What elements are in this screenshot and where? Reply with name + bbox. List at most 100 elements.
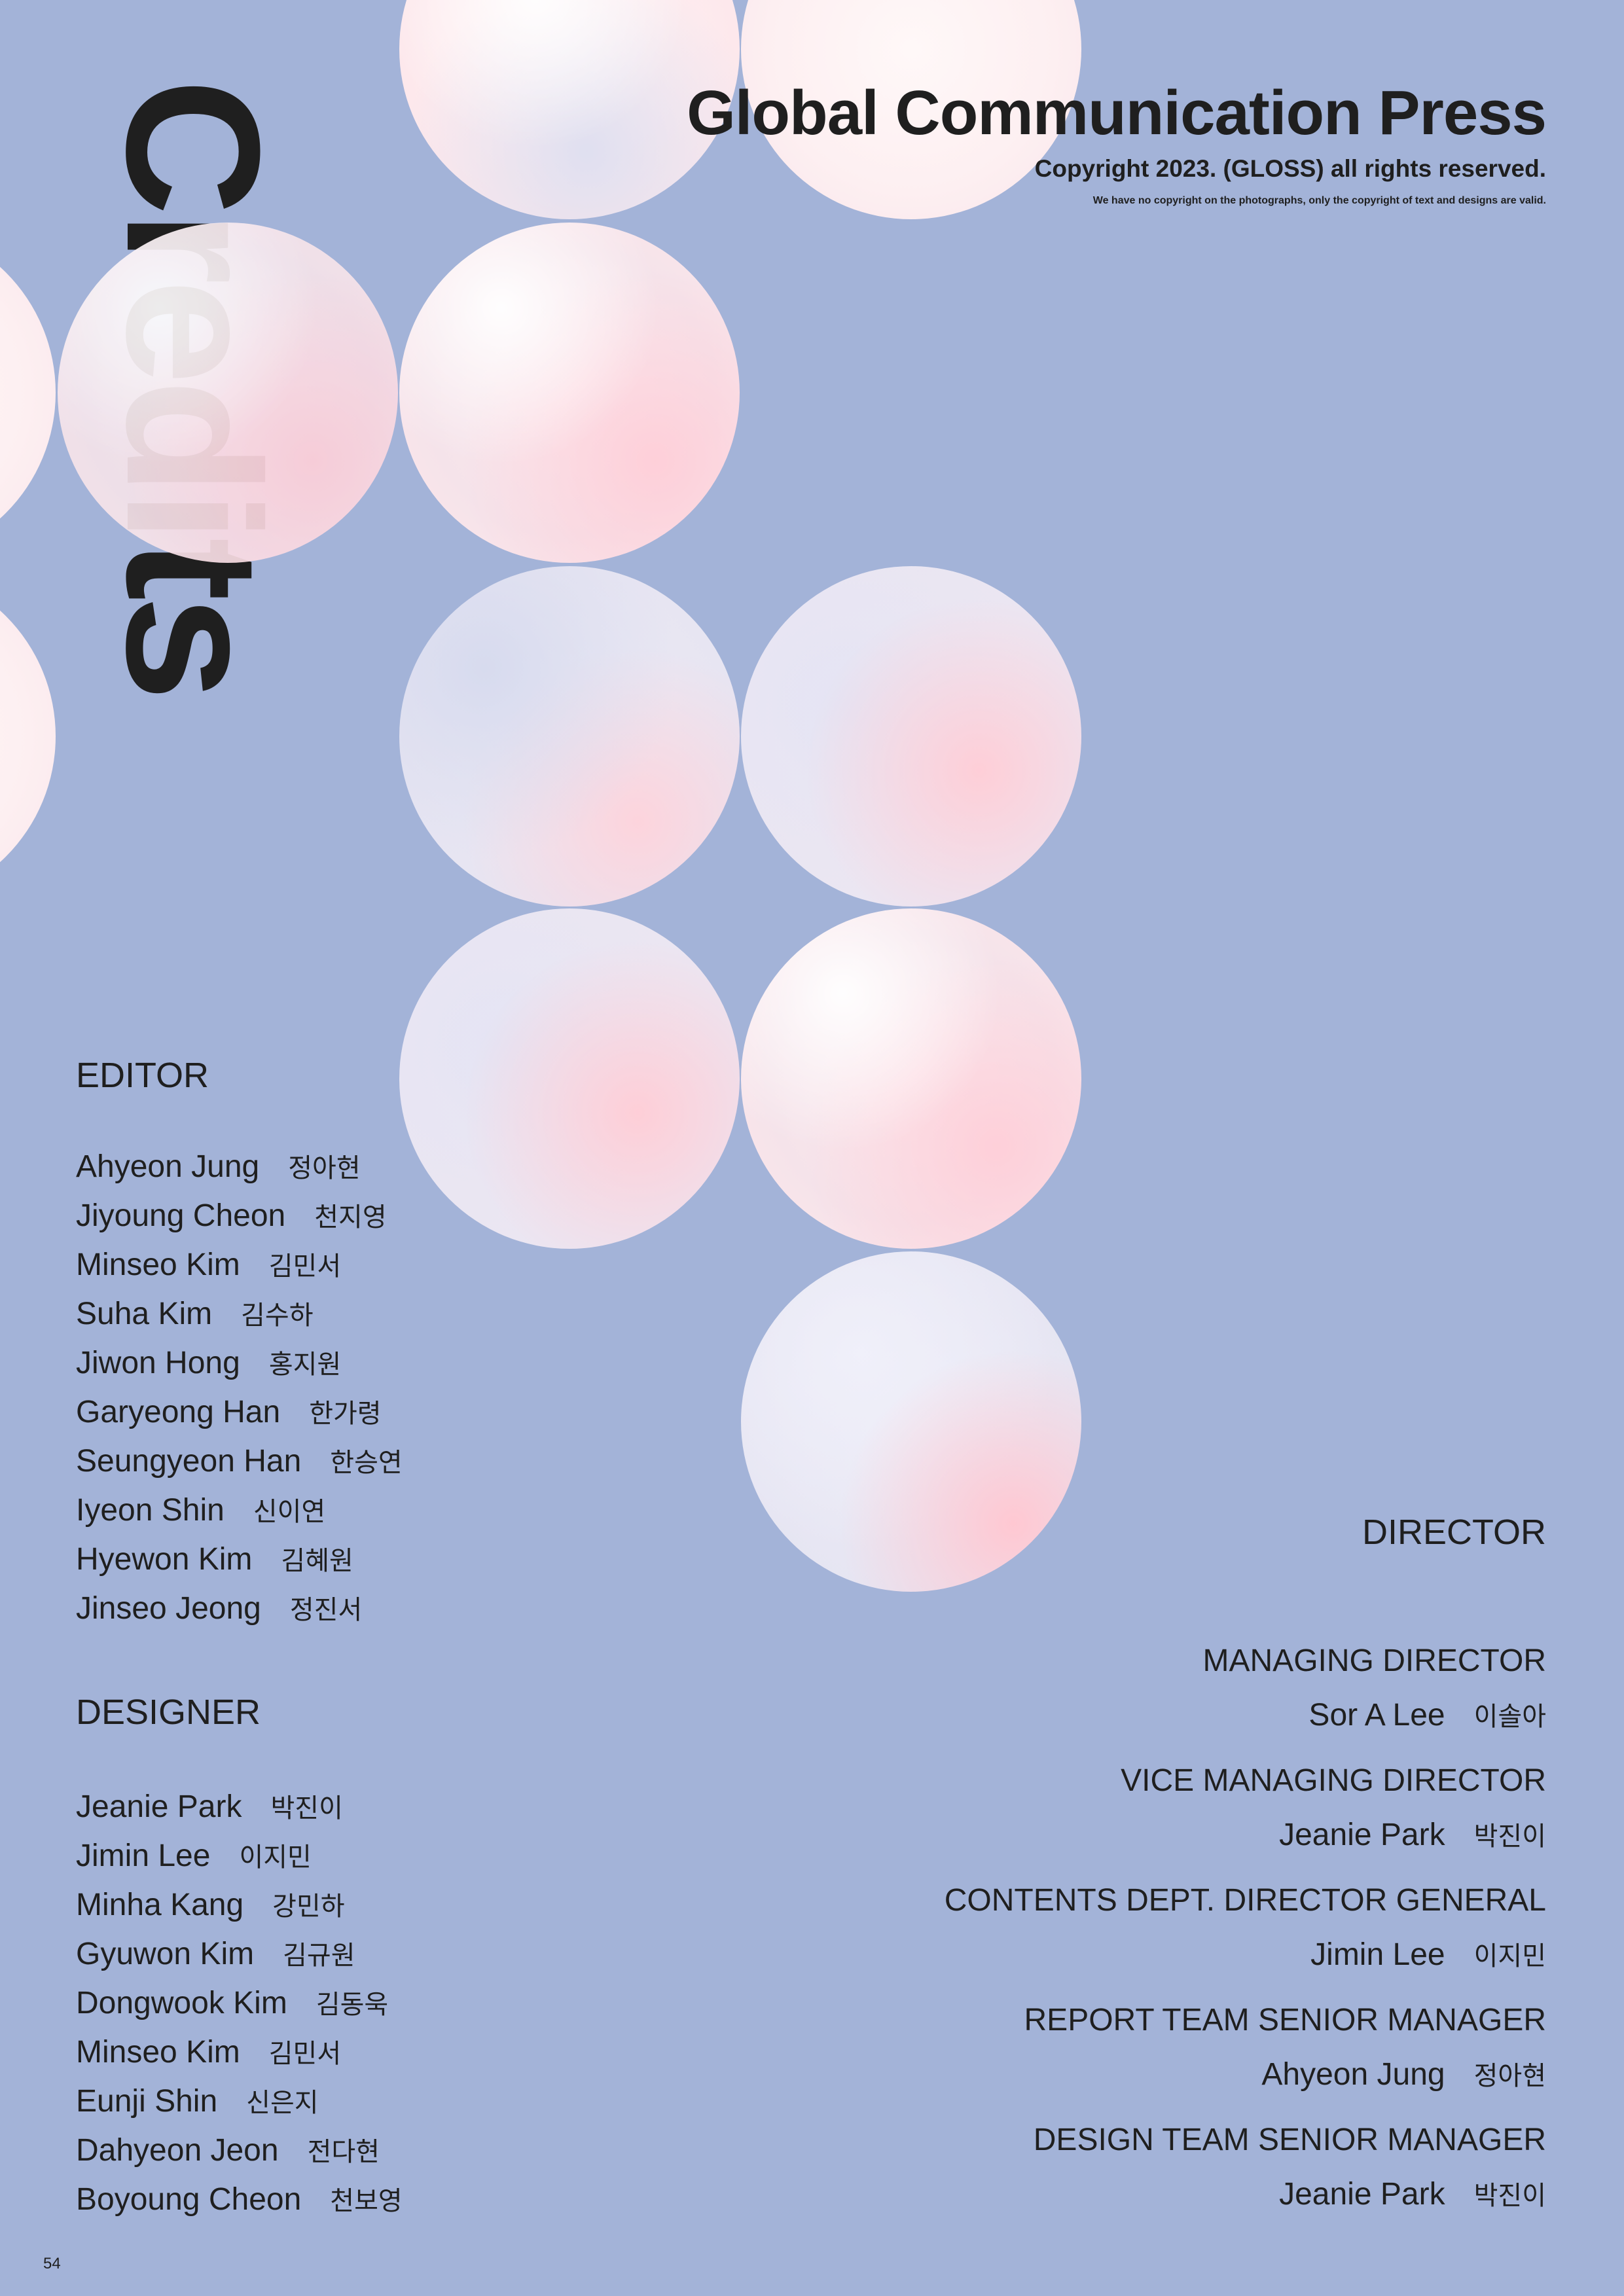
name-en: Suha Kim	[76, 1297, 213, 1331]
name-ko: 신이연	[253, 1497, 326, 1527]
list-item: Boyoung Cheon 천보영	[76, 2179, 403, 2229]
name-ko: 정진서	[289, 1595, 363, 1625]
copyright-disclaimer: We have no copyright on the photographs,…	[1092, 195, 1546, 206]
list-item: Ahyeon Jung 정아현	[76, 1147, 403, 1196]
name-en: Ahyeon Jung	[76, 1149, 260, 1184]
list-item: Gyuwon Kim 김규원	[76, 1934, 403, 1983]
credits-page: Credits Global Communication Press Copyr…	[0, 0, 1624, 2296]
name-ko: 김동욱	[316, 1990, 389, 2020]
name-en: Minseo Kim	[76, 1247, 240, 1282]
editor-list: Ahyeon Jung 정아현 Jiyoung Cheon 천지영 Minseo K…	[76, 1147, 403, 1638]
name-en: Eunji Shin	[76, 2084, 218, 2119]
name-en: Iyeon Shin	[76, 1493, 225, 1528]
gradient-orb	[399, 566, 740, 906]
role-title: MANAGING DIRECTOR	[1202, 1643, 1546, 1678]
editor-heading: EDITOR	[76, 1056, 209, 1095]
person-name: Ahyeon Jung 정아현	[761, 2054, 1546, 2092]
director-heading: DIRECTOR	[1362, 1513, 1546, 1552]
name-en: Ahyeon Jung	[1261, 2057, 1445, 2092]
publisher-name: Global Communication Press	[687, 78, 1547, 148]
name-ko: 한승연	[330, 1448, 403, 1478]
name-en: Minseo Kim	[76, 2035, 240, 2070]
role-title: REPORT TEAM SENIOR MANAGER	[1024, 2003, 1546, 2037]
list-item: Dongwook Kim 김동욱	[76, 1983, 403, 2032]
person-name: Jeanie Park 박진이	[761, 1815, 1546, 1853]
name-ko: 박진이	[1473, 2181, 1546, 2211]
director-list: MANAGING DIRECTOR Sor A Lee 이솔아 VICE MANA…	[761, 1643, 1546, 2242]
role-title: VICE MANAGING DIRECTOR	[1121, 1763, 1546, 1798]
name-en: Jeanie Park	[76, 1789, 242, 1824]
gradient-orb	[741, 908, 1081, 1249]
name-ko: 박진이	[270, 1793, 343, 1823]
gradient-orb	[0, 566, 56, 906]
name-ko: 박진이	[1473, 1821, 1546, 1852]
name-en: Dahyeon Jeon	[76, 2133, 279, 2168]
list-item: Jiwon Hong 홍지원	[76, 1343, 403, 1392]
name-ko: 정아현	[288, 1153, 361, 1183]
name-en: Sor A Lee	[1308, 1698, 1445, 1732]
name-ko: 김민서	[268, 1251, 342, 1282]
list-item: Iyeon Shin 신이연	[76, 1490, 403, 1539]
list-item: Minha Kang 강민하	[76, 1885, 403, 1934]
list-item: Jiyoung Cheon 천지영	[76, 1196, 403, 1245]
director-entry: REPORT TEAM SENIOR MANAGER Ahyeon Jung 정아…	[761, 2002, 1546, 2122]
director-entry: MANAGING DIRECTOR Sor A Lee 이솔아	[761, 1643, 1546, 1763]
name-ko: 한가령	[309, 1399, 382, 1429]
name-en: Minha Kang	[76, 1888, 244, 1922]
name-en: Seungyeon Han	[76, 1444, 302, 1479]
name-en: Jinseo Jeong	[76, 1591, 261, 1626]
name-en: Jiyoung Cheon	[76, 1198, 286, 1233]
name-en: Jimin Lee	[1310, 1937, 1445, 1972]
name-en: Hyewon Kim	[76, 1542, 253, 1577]
list-item: Dahyeon Jeon 전다현	[76, 2130, 403, 2179]
list-item: Jimin Lee 이지민	[76, 1836, 403, 1885]
list-item: Jeanie Park 박진이	[76, 1787, 403, 1836]
name-ko: 천지영	[314, 1202, 387, 1232]
copyright-line: Copyright 2023. (GLOSS) all rights reser…	[1034, 155, 1546, 182]
director-entry: DESIGN TEAM SENIOR MANAGER Jeanie Park 박진…	[761, 2122, 1546, 2242]
gradient-orb	[741, 566, 1081, 906]
gradient-orb	[741, 1251, 1081, 1592]
name-ko: 신은지	[246, 2088, 319, 2118]
list-item: Garyeong Han 한가령	[76, 1392, 403, 1441]
gradient-orb	[399, 223, 740, 563]
page-number: 54	[43, 2255, 61, 2272]
name-en: Jeanie Park	[1279, 1818, 1445, 1852]
name-ko: 이솔아	[1473, 1702, 1546, 1732]
list-item: Minseo Kim 김민서	[76, 1245, 403, 1294]
director-entry: VICE MANAGING DIRECTOR Jeanie Park 박진이	[761, 1763, 1546, 1882]
name-ko: 천보영	[330, 2186, 403, 2216]
designer-heading: DESIGNER	[76, 1693, 261, 1732]
name-ko: 홍지원	[268, 1350, 342, 1380]
name-ko: 전다현	[307, 2137, 380, 2167]
list-item: Seungyeon Han 한승연	[76, 1441, 403, 1490]
gradient-orb	[58, 223, 398, 563]
gradient-orb	[399, 908, 740, 1249]
name-en: Boyoung Cheon	[76, 2182, 302, 2217]
director-entry: CONTENTS DEPT. DIRECTOR GENERAL Jimin Le…	[761, 1882, 1546, 2002]
person-name: Jeanie Park 박진이	[761, 2174, 1546, 2212]
name-ko: 이지민	[239, 1842, 312, 1873]
role-title: DESIGN TEAM SENIOR MANAGER	[1033, 2123, 1546, 2157]
list-item: Jinseo Jeong 정진서	[76, 1588, 403, 1638]
name-en: Garyeong Han	[76, 1395, 281, 1429]
name-en: Jeanie Park	[1279, 2177, 1445, 2212]
name-ko: 김규원	[283, 1941, 355, 1971]
person-name: Sor A Lee 이솔아	[761, 1695, 1546, 1733]
gradient-orb	[0, 223, 56, 563]
name-ko: 정아현	[1473, 2061, 1546, 2091]
list-item: Hyewon Kim 김혜원	[76, 1539, 403, 1588]
name-en: Jiwon Hong	[76, 1346, 240, 1380]
name-en: Dongwook Kim	[76, 1986, 287, 2020]
name-ko: 김수하	[241, 1300, 314, 1331]
name-ko: 김혜원	[281, 1546, 353, 1576]
list-item: Eunji Shin 신은지	[76, 2081, 403, 2130]
designer-list: Jeanie Park 박진이 Jimin Lee 이지민 Minha Kang 강민…	[76, 1787, 403, 2229]
name-ko: 이지민	[1473, 1941, 1546, 1971]
person-name: Jimin Lee 이지민	[761, 1935, 1546, 1973]
name-en: Gyuwon Kim	[76, 1937, 255, 1971]
name-ko: 강민하	[272, 1892, 345, 1922]
name-ko: 김민서	[268, 2039, 342, 2069]
role-title: CONTENTS DEPT. DIRECTOR GENERAL	[944, 1883, 1546, 1918]
list-item: Minseo Kim 김민서	[76, 2032, 403, 2081]
